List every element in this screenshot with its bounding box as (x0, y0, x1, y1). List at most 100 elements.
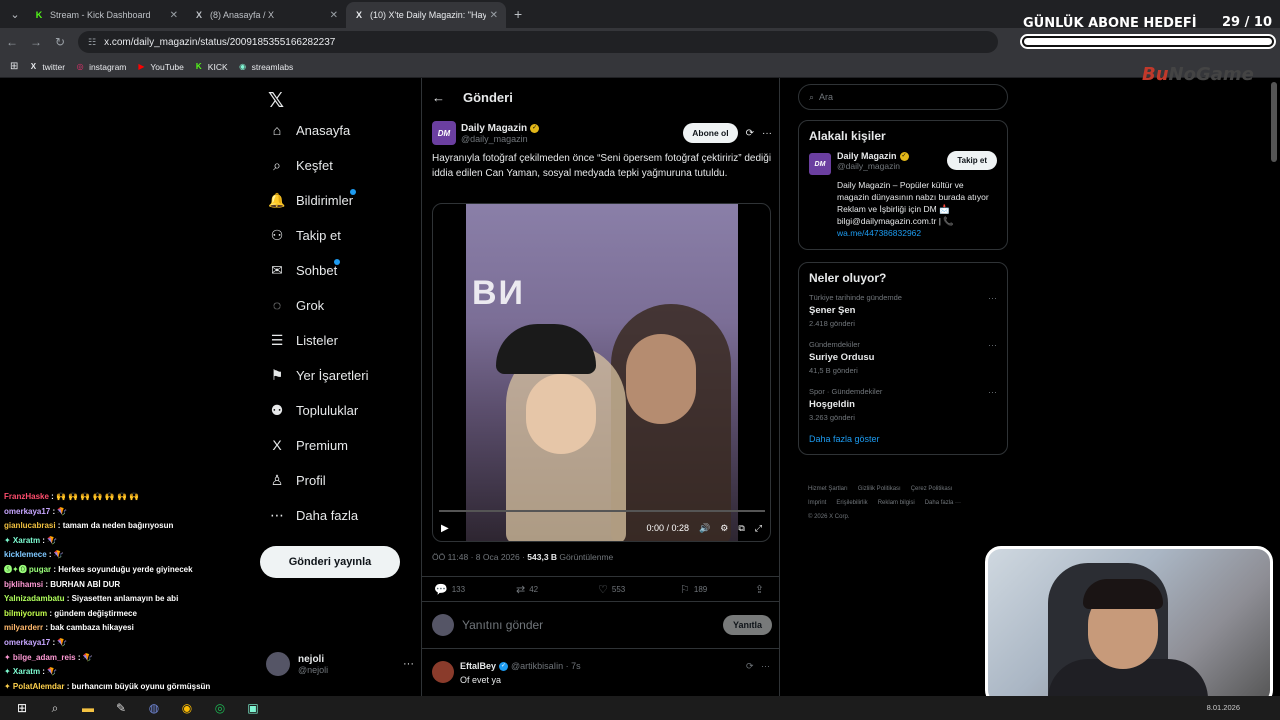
author-avatar[interactable]: DM (432, 121, 456, 145)
back-arrow-icon[interactable]: ← (0, 35, 24, 49)
more-icon[interactable]: ··· (988, 340, 997, 350)
reload-icon[interactable]: ↻ (48, 35, 72, 49)
file-explorer-icon[interactable]: ▬ (77, 698, 99, 718)
tab-search-icon[interactable]: ⌄ (4, 3, 26, 25)
post-video[interactable]: ВИ ▶ 0:00 / 0:28 🔊 ⚙ ⧉ ⤢ (432, 203, 771, 542)
search-icon[interactable]: ⌕ (44, 698, 66, 718)
reply-item[interactable]: EftalBey ✓ @artikbisaIin · 7s Of evet ya ⟳… (422, 648, 780, 696)
settings-gear-icon[interactable]: ⚙ (720, 523, 728, 534)
footer-link[interactable]: Çerez Politikası (911, 486, 953, 492)
nav-item-9[interactable]: X Premium (268, 437, 348, 453)
nav-item-4[interactable]: ✉ Sohbet (268, 259, 341, 279)
chat-username[interactable]: bjklihamsi (4, 580, 43, 589)
chat-username[interactable]: bilmiyorum (4, 609, 47, 618)
trend-item[interactable]: Spor · Gündemdekiler Hoşgeldin 3.263 gönde… (809, 387, 997, 422)
chat-username[interactable]: gianlucabrasi (4, 521, 56, 530)
back-arrow-icon[interactable]: ← (432, 90, 445, 105)
play-icon[interactable]: ▶ (441, 523, 449, 534)
more-icon[interactable]: ⟳ ··· (746, 661, 770, 672)
chat-username[interactable]: ✦ bilge_adam_reis (4, 653, 76, 662)
fullscreen-icon[interactable]: ⤢ (755, 523, 762, 534)
chat-username[interactable]: Yalnizadambatu (4, 594, 64, 603)
chrome-icon[interactable]: ◉ (176, 698, 198, 718)
footer-link[interactable]: Hizmet Şartları (808, 486, 848, 492)
discord-icon[interactable]: ◍ (143, 698, 165, 718)
nav-item-1[interactable]: ⌕ Keşfet (268, 157, 333, 174)
author-handle[interactable]: @daily_magazin (461, 134, 539, 144)
show-more-link[interactable]: Daha fazla göster (809, 434, 997, 444)
nav-item-0[interactable]: ⌂ Anasayfa (268, 122, 350, 138)
browser-tab-x-home[interactable]: X (8) Anasayfa / X ✕ (186, 2, 346, 28)
bookmark-streamlabs[interactable]: ◉ streamlabs (238, 62, 293, 72)
chat-username[interactable]: FranzHaske (4, 492, 49, 501)
account-switcher[interactable]: nejoli @nejoli ··· (266, 652, 414, 676)
chat-username[interactable]: kicklemece (4, 550, 47, 559)
streamlabs-icon[interactable]: ▣ (242, 698, 264, 718)
footer-link[interactable]: Erişilebilirlik (836, 500, 867, 506)
close-tab-icon[interactable]: ✕ (170, 10, 178, 21)
new-tab-button[interactable]: + (514, 6, 522, 22)
chat-username[interactable]: milyarderr (4, 623, 43, 632)
page-scrollbar[interactable] (1271, 82, 1277, 162)
post-button[interactable]: Gönderi yayınla (260, 546, 400, 578)
more-icon[interactable]: ··· (762, 128, 772, 139)
app-icon[interactable]: ✎ (110, 698, 132, 718)
forward-arrow-icon[interactable]: → (24, 35, 48, 49)
author-name[interactable]: Daily Magazin ✓ (461, 123, 540, 134)
nav-item-2[interactable]: 🔔 Bildirimler (268, 189, 357, 209)
footer-link[interactable]: © 2026 X Corp. (808, 514, 849, 520)
trend-item[interactable]: Türkiye tarihinde gündemde Şener Şen 2.418… (809, 293, 997, 328)
url-input[interactable]: ☷ x.com/daily_magazin/status/20091853551… (78, 31, 998, 53)
grok-icon[interactable]: ⟳ (746, 128, 754, 139)
reply-button[interactable]: Yanıtla (722, 615, 772, 635)
share-action[interactable]: ⇪ (755, 583, 768, 596)
nav-item-5[interactable]: ◌ Grok (268, 297, 324, 313)
reply-author-name[interactable]: EftalBey (460, 661, 496, 671)
subscribe-button[interactable]: Abone ol (683, 123, 738, 143)
like-action[interactable]: ♡ 553 (598, 583, 668, 596)
bookmark-instagram[interactable]: ◎ instagram (75, 62, 127, 72)
chat-username[interactable]: omerkaya17 (4, 507, 50, 516)
related-name[interactable]: Daily Magazin ✓ (837, 151, 937, 161)
nav-item-6[interactable]: ☰ Listeler (268, 332, 338, 349)
nav-item-11[interactable]: ⋯ Daha fazla (268, 507, 358, 524)
video-progress-bar[interactable] (439, 510, 765, 512)
chat-username[interactable]: 🅢✦🅞 pugar (4, 565, 51, 574)
nav-item-8[interactable]: ⚉ Topluluklar (268, 402, 358, 419)
site-info-icon[interactable]: ☷ (88, 37, 96, 48)
windows-start-icon[interactable]: ⊞ (11, 698, 33, 718)
nav-item-10[interactable]: ♙ Profil (268, 472, 326, 489)
close-tab-icon[interactable]: ✕ (330, 10, 338, 21)
nav-item-7[interactable]: ⚑ Yer İşaretleri (268, 367, 369, 384)
bookmark-youtube[interactable]: ▶ YouTube (136, 62, 183, 72)
browser-tab-x-post[interactable]: X (10) X'te Daily Magazin: "Hayra ✕ (346, 2, 506, 28)
x-logo-icon[interactable]: 𝕏 (268, 88, 284, 113)
browser-tab-kick[interactable]: K Stream - Kick Dashboard ✕ (26, 2, 186, 28)
bookmark-kick[interactable]: K KICK (194, 62, 228, 72)
pip-icon[interactable]: ⧉ (738, 523, 744, 534)
avatar[interactable] (432, 661, 454, 683)
footer-link[interactable]: Imprint (808, 500, 826, 506)
reply-action[interactable]: 💬 133 (434, 583, 504, 596)
bookmark-twitter[interactable]: Xtwitter (28, 62, 65, 72)
nav-item-3[interactable]: ⚇ Takip et (268, 227, 341, 244)
apps-grid-icon[interactable]: ⊞ (10, 61, 18, 72)
chat-username[interactable]: omerkaya17 (4, 638, 50, 647)
related-link[interactable]: wa.me/447386832962 (837, 228, 921, 238)
chat-username[interactable]: ✦ PolatAlemdar (4, 682, 65, 691)
more-icon[interactable]: ··· (988, 293, 997, 303)
reply-input[interactable]: Yanıtını gönder (462, 618, 543, 632)
footer-link[interactable]: Daha fazla ··· (925, 500, 961, 506)
trend-item[interactable]: Gündemdekiler Suriye Ordusu 41,5 B gönderi… (809, 340, 997, 375)
spotify-icon[interactable]: ◎ (209, 698, 231, 718)
more-icon[interactable]: ··· (988, 387, 997, 397)
close-tab-icon[interactable]: ✕ (490, 10, 498, 21)
search-input[interactable]: ⌕ Ara (798, 84, 1008, 110)
volume-icon[interactable]: 🔊 (699, 523, 710, 534)
related-avatar[interactable]: DM (809, 153, 831, 175)
chat-username[interactable]: ✦ Xaratm (4, 536, 40, 545)
chat-username[interactable]: ✦ Xaratm (4, 667, 40, 676)
bookmark-action[interactable]: ⚐ 189 (680, 583, 750, 596)
footer-link[interactable]: Gizlilik Politikası (858, 486, 901, 492)
follow-button[interactable]: Takip et (947, 151, 997, 170)
